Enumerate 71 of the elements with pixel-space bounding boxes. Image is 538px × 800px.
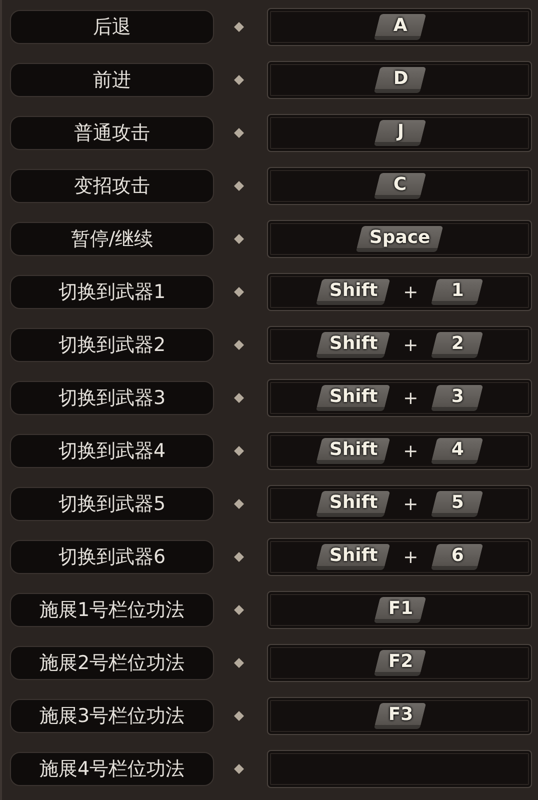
key-cap: Shift xyxy=(316,438,390,464)
plus-sign: + xyxy=(403,334,418,356)
key-cap: A xyxy=(373,14,426,40)
key-cap: F3 xyxy=(373,703,426,729)
diamond-icon xyxy=(234,181,244,191)
diamond-icon xyxy=(234,711,244,721)
key-cap: F1 xyxy=(373,597,426,623)
key-binding-field[interactable]: Space xyxy=(267,220,532,258)
key-cap: J xyxy=(373,120,426,146)
key-cap: Shift xyxy=(316,332,390,358)
action-label: 变招攻击 xyxy=(10,169,214,203)
action-label: 施展4号栏位功法 xyxy=(10,752,214,786)
key-binding-field[interactable]: Shift + 1 xyxy=(267,273,532,311)
plus-sign: + xyxy=(403,494,418,514)
diamond-icon xyxy=(234,605,244,615)
plus-sign: + xyxy=(403,388,418,408)
key-binding-field[interactable] xyxy=(267,750,532,788)
action-label: 切换到武器6 xyxy=(10,540,214,574)
key-binding-field[interactable]: J xyxy=(267,114,532,152)
key-binding-field[interactable]: Shift + 5 xyxy=(267,485,532,523)
action-label: 切换到武器2 xyxy=(10,328,214,362)
key-cap: Shift xyxy=(316,279,390,305)
key-binding-field[interactable]: F1 xyxy=(267,591,532,629)
key-binding-field[interactable]: A xyxy=(267,8,532,46)
diamond-icon xyxy=(234,128,244,138)
diamond-icon xyxy=(234,340,244,350)
action-label: 切换到武器4 xyxy=(10,434,214,468)
diamond-icon xyxy=(234,764,244,774)
key-binding-field[interactable]: Shift + 3 xyxy=(267,379,532,417)
plus-sign: + xyxy=(403,440,418,462)
key-binding-field[interactable]: F2 xyxy=(267,644,532,682)
key-binding-field[interactable]: Shift + 2 xyxy=(267,326,532,364)
key-cap: C xyxy=(373,173,426,199)
key-binding-field[interactable]: C xyxy=(267,167,532,205)
key-binding-field[interactable]: Shift + 6 xyxy=(267,538,532,576)
key-binding-field[interactable]: D xyxy=(267,61,532,99)
diamond-icon xyxy=(234,658,244,668)
key-cap: 3 xyxy=(431,385,484,411)
action-label: 施展1号栏位功法 xyxy=(10,593,214,627)
key-cap: 5 xyxy=(431,491,484,517)
action-label: 施展2号栏位功法 xyxy=(10,646,214,680)
diamond-icon xyxy=(234,393,244,403)
diamond-icon xyxy=(234,22,244,32)
diamond-icon xyxy=(234,446,244,456)
key-cap: Shift xyxy=(316,385,390,411)
key-cap: Shift xyxy=(316,544,390,570)
plus-sign: + xyxy=(403,282,418,302)
key-binding-field[interactable]: Shift + 4 xyxy=(267,432,532,470)
diamond-icon xyxy=(234,552,244,562)
action-label: 切换到武器5 xyxy=(10,487,214,521)
key-cap: Space xyxy=(356,226,444,252)
action-label: 切换到武器3 xyxy=(10,381,214,415)
action-label: 切换到武器1 xyxy=(10,275,214,309)
key-cap: D xyxy=(373,67,426,93)
action-label: 前进 xyxy=(10,63,214,97)
action-label: 施展3号栏位功法 xyxy=(10,699,214,733)
key-binding-field[interactable]: F3 xyxy=(267,697,532,735)
diamond-icon xyxy=(234,75,244,85)
action-label: 普通攻击 xyxy=(10,116,214,150)
key-cap: 4 xyxy=(431,438,484,464)
key-cap: 2 xyxy=(431,332,484,358)
action-label: 暂停/继续 xyxy=(10,222,214,256)
diamond-icon xyxy=(234,499,244,509)
key-cap: 6 xyxy=(431,544,484,570)
plus-sign: + xyxy=(403,546,418,568)
key-cap: 1 xyxy=(431,279,484,305)
diamond-icon xyxy=(234,287,244,297)
key-cap: Shift xyxy=(316,491,390,517)
key-cap: F2 xyxy=(373,650,426,676)
action-label: 后退 xyxy=(10,10,214,44)
diamond-icon xyxy=(234,234,244,244)
